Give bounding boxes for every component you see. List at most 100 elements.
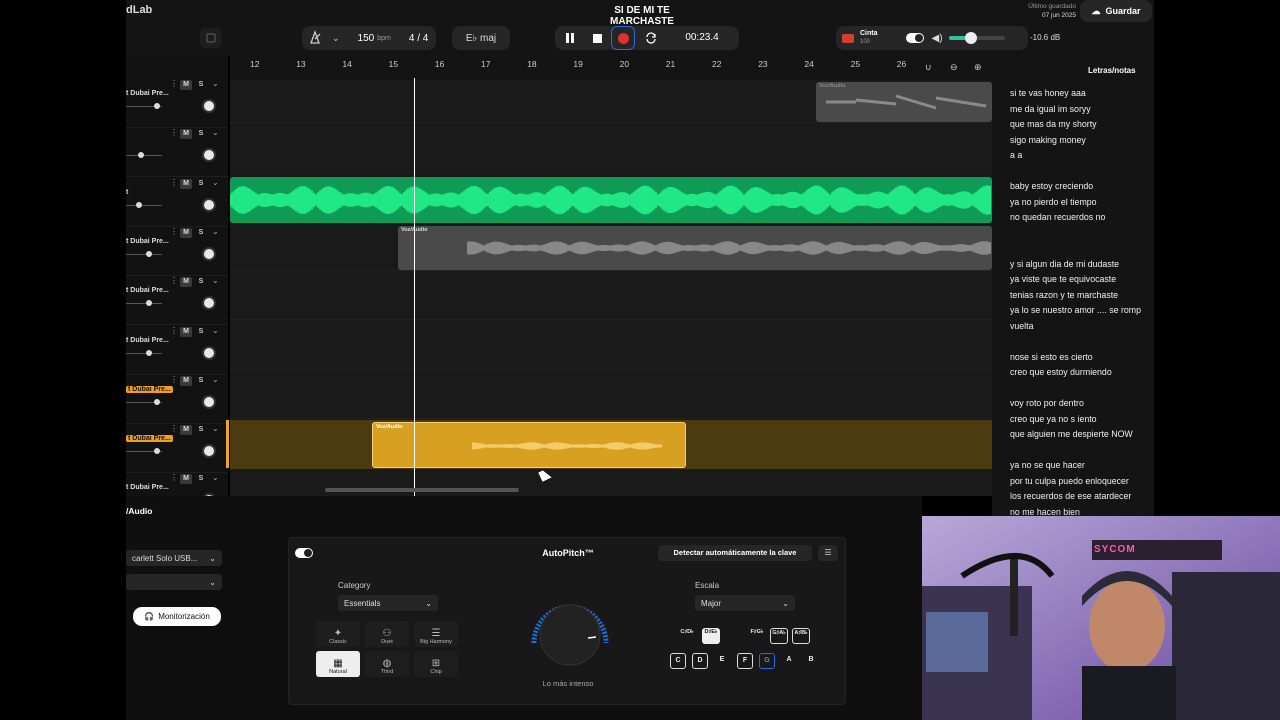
mute-button[interactable]: M [180,178,192,189]
chevron-down-icon[interactable]: ⌄ [212,424,219,433]
mute-button[interactable]: M [180,277,192,288]
lyric-line[interactable]: por tu culpa puedo enloquecer [1010,476,1129,486]
accidental-key[interactable]: G♯A♭ [770,628,788,644]
volume-handle[interactable] [136,201,142,208]
volume-slider[interactable] [126,253,162,255]
save-button[interactable]: ☁ Guardar [1080,0,1152,22]
preset-third[interactable]: ◍ Third [365,651,409,677]
track-name[interactable]: t Dubai Pre... [126,287,169,294]
track-header[interactable]: ⋮ M S ⌄ t Dubai Pre... [126,375,228,424]
stop-button[interactable] [585,26,609,50]
mute-button[interactable]: M [180,375,192,386]
accidental-key[interactable]: D♯E♭ [702,628,720,644]
pan-knob[interactable] [202,197,216,212]
mute-button[interactable]: M [180,425,192,436]
lyrics-panel[interactable]: Letras/notas si te vas honey aaa me da ig… [992,56,1154,516]
chevron-down-icon[interactable]: ⌄ [212,326,219,335]
lyric-line[interactable]: y si algun dia de mi dudaste [1010,259,1119,269]
master-volume-slider[interactable] [948,32,1005,44]
volume-handle[interactable] [146,349,152,356]
chevron-down-icon[interactable]: ⌄ [212,227,219,236]
track-header[interactable]: ⋮ M S ⌄ t Dubai Pre... [126,424,228,474]
solo-button[interactable]: S [195,129,207,139]
tape-toggle[interactable] [905,33,924,43]
pan-knob[interactable] [202,246,216,261]
volume-slider[interactable] [126,204,162,206]
lyric-line[interactable]: que alguien me despierte NOW [1010,429,1133,439]
tempo-value[interactable]: 150 [358,33,375,44]
loop-button[interactable] [639,26,663,50]
chevron-down-icon[interactable]: ⌄ [332,33,340,44]
track-name[interactable]: t Dubai Pre... [126,484,169,491]
chevron-down-icon[interactable]: ⌄ [212,276,219,285]
arrange-area[interactable]: Voz/Audio Voz/Audio Voz/Audio [230,80,992,496]
track-name[interactable]: t Dubai Pre... [126,337,169,344]
scale-select[interactable]: Major ⌄ [695,595,795,611]
lyric-line[interactable]: creo que ya no s iento [1010,414,1097,424]
track-name[interactable]: t Dubai Pre... [126,238,169,245]
chevron-down-icon[interactable]: ⌄ [212,178,219,187]
volume-handle[interactable] [146,300,152,307]
track-menu-icon[interactable]: ⋮ [170,128,178,137]
accidental-key[interactable]: C♯D♭ [678,628,696,644]
lyric-line[interactable]: creo que estoy durmiendo [1010,367,1112,377]
lyric-line[interactable]: voy roto por dentro [1010,398,1084,408]
volume-slider[interactable] [126,303,162,305]
key-selector[interactable]: E♭ maj [452,26,510,50]
zoom-out-icon[interactable]: ⊖ [950,62,958,73]
mute-button[interactable]: M [180,326,192,337]
input-channel-select[interactable]: ⌄ [126,574,222,590]
mute-button[interactable]: M [180,129,192,140]
preset-big-harmony[interactable]: ☰ Big Harmony [414,621,458,647]
plugin-power-toggle[interactable] [295,548,313,558]
preset-natural[interactable]: ▦ Natural [316,651,360,677]
lyric-line[interactable]: no me hacen bien [1010,507,1080,517]
preset-duet[interactable]: ⚇ Duet [365,621,409,647]
accidental-key[interactable]: A♯B♭ [792,628,810,644]
volume-slider[interactable] [126,155,162,157]
record-button[interactable] [611,26,635,50]
solo-button[interactable]: S [195,179,207,189]
chevron-down-icon[interactable]: ⌄ [212,128,219,137]
audio-clip-green[interactable] [230,177,992,223]
track-header[interactable]: ⋮ M S ⌄ t Dubai Pre... [126,79,228,128]
note-key-c[interactable]: C [670,653,686,669]
zoom-in-icon[interactable]: ⊕ [974,62,982,73]
track-name[interactable]: t Dubai Pre... [126,435,173,443]
category-select[interactable]: Essentials ⌄ [338,595,438,611]
pan-knob[interactable] [202,345,216,360]
note-key-b[interactable]: B [803,653,819,669]
solo-button[interactable]: S [195,425,207,435]
solo-button[interactable]: S [195,376,207,386]
note-key-e[interactable]: E [714,653,730,669]
mute-button[interactable]: M [180,227,192,238]
track-menu-icon[interactable]: ⋮ [170,276,178,285]
track-header[interactable]: ⋮ M S ⌄ t Dubai Pre... [126,227,228,276]
song-title[interactable]: SI DE MI TE MARCHASTE [592,5,692,27]
detect-key-button[interactable]: Detectar automáticamente la clave [658,545,812,561]
lyric-line[interactable]: me da igual im soryy [1010,104,1091,114]
lyric-line[interactable]: si te vas honey aaa [1010,88,1086,98]
preset-chip[interactable]: ⊞ Chip [414,651,458,677]
chevron-down-icon[interactable]: ⌄ [212,375,219,384]
lyric-line[interactable]: ya viste que te equivocaste [1010,274,1116,284]
track-menu-icon[interactable]: ⋮ [170,375,178,384]
note-key-g[interactable]: G [759,653,775,669]
playhead[interactable] [414,78,415,496]
time-signature[interactable]: 4 / 4 [409,33,428,44]
intensity-knob[interactable] [518,585,622,679]
volume-handle[interactable] [154,398,160,405]
track-name[interactable]: t Dubai Pre... [126,385,173,393]
chevron-down-icon[interactable]: ⌄ [212,473,219,482]
back-button[interactable] [200,28,222,48]
lyric-line[interactable]: los recuerdos de ese atardecer [1010,491,1131,501]
lyric-line[interactable]: ya lo se nuestro amor .... se romp [1010,305,1141,315]
audio-clip-vox[interactable]: Voz/Audio [398,226,992,270]
plugin-settings-button[interactable]: ☰ [818,545,838,561]
metronome-icon[interactable] [302,26,328,50]
volume-handle[interactable] [154,103,160,109]
lyric-line[interactable]: vuelta [1010,321,1033,331]
audio-clip-orange[interactable]: Voz/Audio [372,422,686,468]
track-menu-icon[interactable]: ⋮ [170,326,178,335]
magnet-icon[interactable]: ∪ [925,62,932,73]
